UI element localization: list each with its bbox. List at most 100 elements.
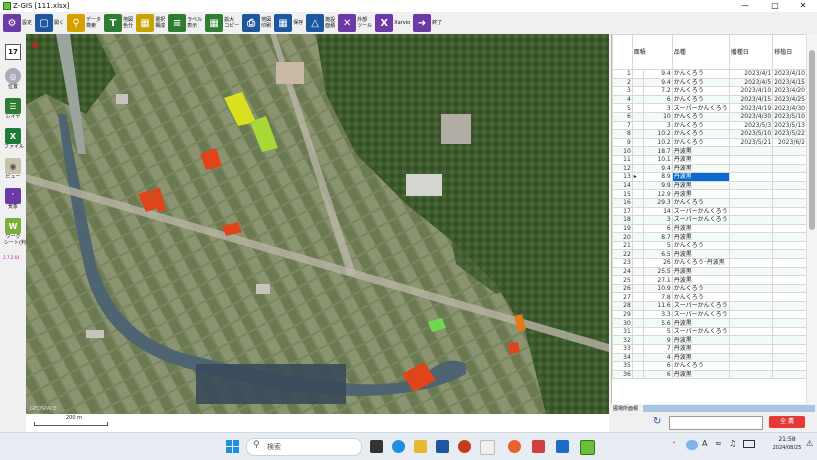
area-cell[interactable]: 18.7 [643, 146, 673, 156]
variety-cell[interactable]: 丹波黒 [671, 318, 730, 328]
row-marker-cell[interactable] [631, 103, 645, 113]
row-marker-cell[interactable] [631, 344, 645, 354]
sowing-date-cell[interactable] [728, 283, 774, 294]
row-marker-cell[interactable] [631, 163, 645, 174]
row-marker-cell[interactable] [631, 301, 645, 311]
table-row[interactable]: 23 26 かんくろう･丹波黒 [612, 258, 807, 268]
outlook-icon[interactable] [436, 440, 449, 453]
toolbar-button-map-color[interactable]: T 地図 色分 [104, 13, 133, 33]
row-number-cell[interactable]: 8 [612, 129, 633, 139]
table-row[interactable]: 31 5 スーパーかんくろう [612, 326, 807, 337]
row-number-cell[interactable]: 31 [612, 326, 633, 337]
maximize-button[interactable]: □ [762, 0, 788, 12]
sowing-date-cell[interactable] [728, 301, 774, 311]
row-marker-cell[interactable] [631, 215, 645, 225]
sowing-date-cell[interactable]: 2023/4/5 [728, 77, 774, 88]
row-marker-cell[interactable] [631, 137, 645, 148]
row-number-cell[interactable]: 10 [612, 146, 633, 156]
area-cell[interactable]: 5 [643, 240, 673, 251]
battery-icon[interactable] [743, 440, 755, 448]
sowing-date-cell[interactable] [728, 369, 774, 380]
close-button[interactable]: ✕ [790, 0, 816, 12]
variety-cell[interactable]: スーパーかんくろう [671, 301, 730, 311]
row-marker-cell[interactable] [631, 266, 645, 277]
sowing-date-cell[interactable] [728, 335, 774, 345]
variety-cell[interactable]: かんくろう [671, 111, 730, 122]
transplant-date-cell[interactable] [772, 154, 807, 165]
sowing-date-cell[interactable]: 2023/4/30 [728, 111, 774, 122]
variety-cell[interactable]: かんくろう [671, 77, 730, 88]
row-number-cell[interactable]: 22 [612, 249, 633, 260]
row-number-cell[interactable]: 28 [612, 301, 633, 311]
sowing-date-cell[interactable] [728, 326, 774, 337]
row-number-cell[interactable]: 36 [612, 369, 633, 380]
area-cell[interactable]: 3 [643, 120, 673, 131]
row-marker-cell[interactable] [631, 129, 645, 139]
table-row[interactable]: 5 3 スーパーかんくろう 2023/4/19 2023/4/30 [612, 103, 807, 113]
row-number-cell[interactable]: 2 [612, 77, 633, 88]
transplant-date-cell[interactable] [772, 361, 807, 371]
sowing-date-cell[interactable]: 2023/4/1 [728, 69, 774, 79]
row-marker-cell[interactable] [631, 249, 645, 260]
area-cell[interactable]: 9 [643, 335, 673, 345]
area-cell[interactable]: 4 [643, 352, 673, 363]
taskbar-search[interactable]: ⚲ 検索 [246, 438, 362, 456]
row-marker-cell[interactable] [631, 275, 645, 285]
area-cell[interactable]: 6 [643, 223, 673, 234]
volume-icon[interactable]: ♫ [729, 439, 736, 448]
row-number-cell[interactable]: 13 [612, 172, 633, 182]
weather-icon[interactable] [686, 440, 698, 450]
area-cell[interactable]: 25.5 [643, 266, 673, 277]
transplant-date-cell[interactable] [772, 215, 807, 225]
column-header-area[interactable]: 面積 [631, 34, 673, 70]
area-cell[interactable]: 9.9 [643, 180, 673, 191]
area-cell[interactable]: 8.9 [643, 172, 673, 182]
table-row[interactable]: 19 6 丹波黒 [612, 223, 807, 234]
variety-cell[interactable]: 丹波黒 [671, 352, 730, 363]
row-marker-cell[interactable] [631, 69, 645, 79]
table-row[interactable]: 26 10.9 かんくろう [612, 283, 807, 294]
row-marker-cell[interactable] [631, 189, 645, 199]
row-marker-cell[interactable] [631, 361, 645, 371]
row-marker-cell[interactable] [631, 86, 645, 96]
toolbar-button-select[interactable]: ▦ 選択 構成 [136, 13, 165, 33]
row-marker-cell[interactable] [631, 154, 645, 165]
app-icon[interactable] [480, 440, 495, 455]
toolbar-button-exit[interactable]: ➜ 終了 [413, 13, 442, 33]
row-number-cell[interactable]: 29 [612, 309, 633, 320]
table-row[interactable]: 34 4 丹波黒 [612, 352, 807, 363]
row-number-cell[interactable]: 24 [612, 266, 633, 277]
row-marker-cell[interactable] [631, 326, 645, 337]
table-row[interactable]: 30 5.6 丹波黒 [612, 318, 807, 328]
row-number-cell[interactable]: 1 [612, 69, 633, 79]
table-row[interactable]: 36 6 丹波黒 [612, 369, 807, 380]
sowing-date-cell[interactable] [728, 258, 774, 268]
transplant-date-cell[interactable]: 2023/4/25 [772, 94, 807, 105]
row-number-cell[interactable]: 30 [612, 318, 633, 328]
row-number-cell[interactable]: 33 [612, 344, 633, 354]
transplant-date-cell[interactable]: 2023/6/2 [772, 137, 807, 148]
variety-cell[interactable]: 丹波黒 [671, 189, 730, 199]
table-row[interactable]: 22 6.5 丹波黒 [612, 249, 807, 260]
transplant-date-cell[interactable] [772, 189, 807, 199]
sidebar-item-file[interactable]: X ファイル [4, 128, 24, 150]
powerpoint-icon[interactable] [458, 440, 471, 453]
table-row[interactable]: 15 12.9 丹波黒 [612, 189, 807, 199]
variety-cell[interactable]: かんくろう [671, 120, 730, 131]
area-cell[interactable]: 10.9 [643, 283, 673, 294]
table-row[interactable]: 4 6 かんくろう 2023/4/15 2023/4/25 [612, 94, 807, 105]
variety-cell[interactable]: 丹波黒 [671, 232, 730, 242]
word-icon[interactable] [556, 440, 569, 453]
row-marker-cell[interactable] [631, 77, 645, 88]
transplant-date-cell[interactable] [772, 172, 807, 182]
sowing-date-cell[interactable]: 2023/5/10 [728, 129, 774, 139]
toolbar-button-tools[interactable]: ✕ 外部 ツール [338, 13, 372, 33]
row-marker-cell[interactable] [631, 318, 645, 328]
row-marker-cell[interactable] [631, 292, 645, 303]
area-cell[interactable]: 10.1 [643, 154, 673, 165]
row-marker-cell[interactable] [631, 369, 645, 380]
variety-cell[interactable]: かんくろう [671, 197, 730, 208]
variety-cell[interactable]: 丹波黒 [671, 275, 730, 285]
firefox-icon[interactable] [508, 440, 521, 453]
area-cell[interactable]: 7.2 [643, 86, 673, 96]
